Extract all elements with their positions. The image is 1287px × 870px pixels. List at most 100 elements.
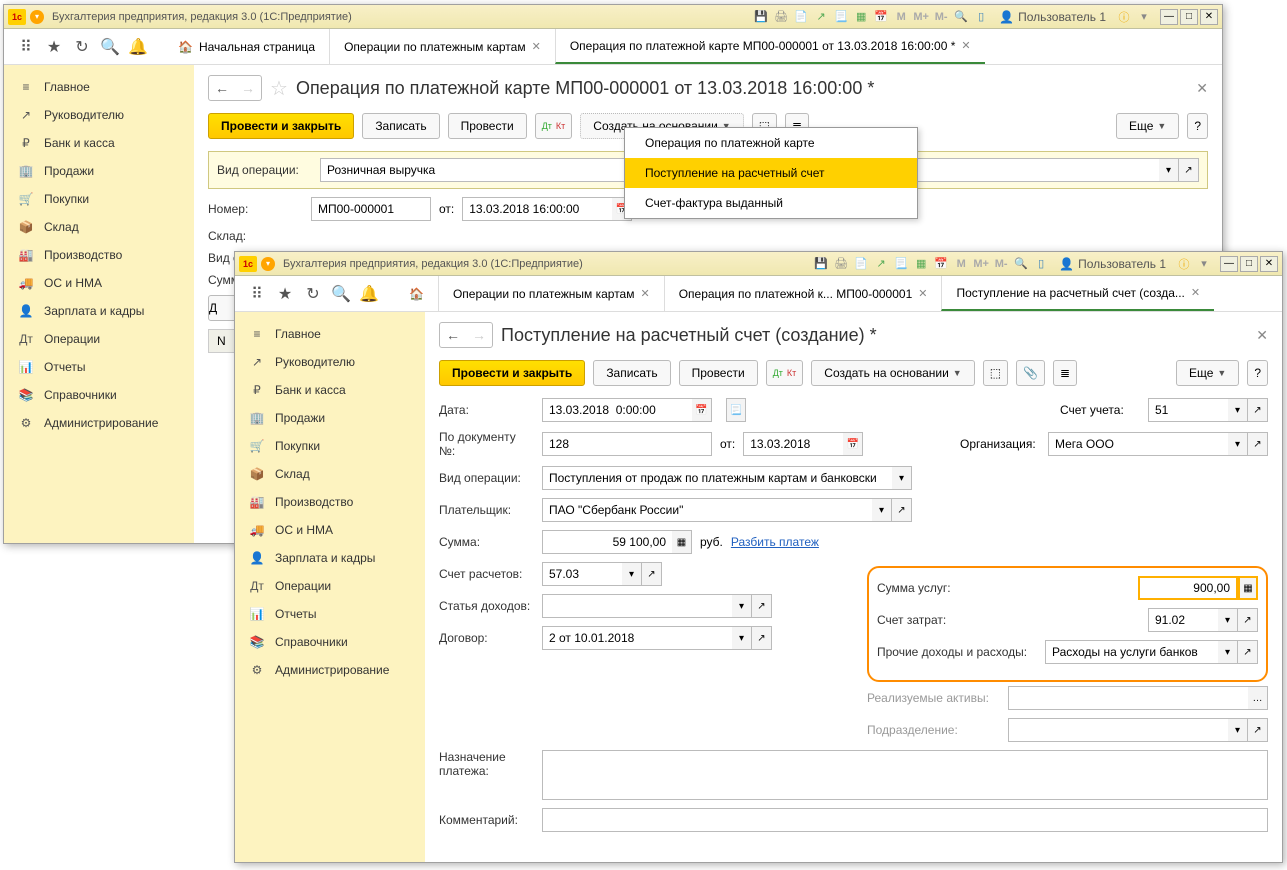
m-icon[interactable]: M bbox=[953, 256, 969, 272]
comment-input[interactable] bbox=[542, 808, 1268, 832]
m-plus-icon[interactable]: M+ bbox=[913, 9, 929, 25]
history-icon[interactable]: ↻ bbox=[68, 33, 96, 61]
sum-input[interactable] bbox=[542, 530, 672, 554]
create-based-button[interactable]: Создать на основании ▼ bbox=[811, 360, 974, 386]
dropdown-addon[interactable]: ▾ bbox=[732, 626, 752, 650]
dropdown-addon[interactable]: ▾ bbox=[1228, 432, 1248, 456]
forward-button[interactable]: → bbox=[466, 323, 492, 347]
favorite-star-icon[interactable]: ☆ bbox=[270, 76, 288, 101]
save-button[interactable]: Записать bbox=[362, 113, 439, 139]
open-addon[interactable]: ↗ bbox=[752, 626, 772, 650]
history-icon[interactable]: ↻ bbox=[299, 280, 327, 308]
app-menu-dropdown[interactable]: ▾ bbox=[261, 257, 275, 271]
sidebar-item-catalogs[interactable]: 📚Справочники bbox=[235, 628, 425, 656]
open-addon[interactable]: ↗ bbox=[1238, 640, 1258, 664]
user-badge[interactable]: 👤 Пользователь 1 bbox=[993, 10, 1112, 24]
sidebar-item-manager[interactable]: ↗Руководителю bbox=[235, 348, 425, 376]
sidebar-item-hr[interactable]: 👤Зарплата и кадры bbox=[4, 297, 194, 325]
open-addon[interactable]: ↗ bbox=[1248, 718, 1268, 742]
more-button[interactable]: Еще ▼ bbox=[1176, 360, 1239, 386]
expense-acc-input[interactable] bbox=[1148, 608, 1218, 632]
dropdown-addon[interactable]: ▾ bbox=[872, 498, 892, 522]
sidebar-item-production[interactable]: 🏭Производство bbox=[4, 241, 194, 269]
dropdown-addon[interactable]: ▾ bbox=[732, 594, 752, 618]
page-icon[interactable]: 📃 bbox=[833, 9, 849, 25]
calendar-icon[interactable]: 📅 bbox=[933, 256, 949, 272]
search-icon[interactable]: 🔍 bbox=[327, 280, 355, 308]
calendar-addon[interactable]: 📅 bbox=[692, 398, 712, 422]
docnum-input[interactable] bbox=[542, 432, 712, 456]
m-minus-icon[interactable]: M- bbox=[933, 9, 949, 25]
save-icon[interactable]: 💾 bbox=[753, 9, 769, 25]
more-addon[interactable]: … bbox=[1248, 686, 1268, 710]
dropdown-icon[interactable]: ▾ bbox=[1136, 9, 1152, 25]
open-addon[interactable]: ↗ bbox=[1248, 398, 1268, 422]
page-icon[interactable]: 📃 bbox=[893, 256, 909, 272]
doc-addon[interactable]: 📃 bbox=[726, 398, 746, 422]
date-input[interactable] bbox=[462, 197, 612, 221]
dropdown-addon[interactable]: ▾ bbox=[1228, 718, 1248, 742]
dropdown-addon[interactable]: ▾ bbox=[622, 562, 642, 586]
panel-icon[interactable]: ▯ bbox=[973, 9, 989, 25]
dtkt-button[interactable]: ДтКт bbox=[766, 360, 804, 386]
user-badge[interactable]: 👤 Пользователь 1 bbox=[1053, 257, 1172, 271]
table-icon[interactable]: ▦ bbox=[853, 9, 869, 25]
purpose-input[interactable] bbox=[542, 750, 1268, 800]
calendar-addon[interactable]: 📅 bbox=[843, 432, 863, 456]
sidebar-item-reports[interactable]: 📊Отчеты bbox=[4, 353, 194, 381]
close-button[interactable]: ✕ bbox=[1260, 256, 1278, 272]
tab-close-icon[interactable]: ✕ bbox=[640, 287, 649, 300]
number-input[interactable] bbox=[311, 197, 431, 221]
back-button[interactable]: ← bbox=[440, 323, 466, 347]
open-addon[interactable]: ↗ bbox=[892, 498, 912, 522]
menu-item-invoice[interactable]: Счет-фактура выданный bbox=[625, 188, 917, 218]
calc-addon[interactable]: ▦ bbox=[672, 530, 692, 554]
sidebar-item-sales[interactable]: 🏢Продажи bbox=[4, 157, 194, 185]
sidebar-item-main[interactable]: ≡Главное bbox=[4, 73, 194, 101]
favorite-icon[interactable]: ★ bbox=[40, 33, 68, 61]
apps-icon[interactable]: ⠿ bbox=[12, 33, 40, 61]
tab-card-ops[interactable]: Операции по платежным картам✕ bbox=[438, 276, 664, 311]
m-icon[interactable]: M bbox=[893, 9, 909, 25]
sidebar-item-catalogs[interactable]: 📚Справочники bbox=[4, 381, 194, 409]
apps-icon[interactable]: ⠿ bbox=[243, 280, 271, 308]
tab-close-icon[interactable]: ✕ bbox=[961, 39, 970, 52]
contract-input[interactable] bbox=[542, 626, 732, 650]
tab-bank-receipt[interactable]: Поступление на расчетный счет (созда...✕ bbox=[941, 276, 1214, 311]
tab-close-icon[interactable]: ✕ bbox=[1191, 286, 1200, 299]
dropdown-addon[interactable]: ▾ bbox=[1218, 640, 1238, 664]
more-button[interactable]: Еще ▼ bbox=[1116, 113, 1179, 139]
tab-card-op-doc[interactable]: Операция по платежной карте МП00-000001 … bbox=[555, 29, 985, 64]
search-icon[interactable]: 🔍 bbox=[96, 33, 124, 61]
panel-icon[interactable]: ▯ bbox=[1033, 256, 1049, 272]
sidebar-item-assets[interactable]: 🚚ОС и НМА bbox=[235, 516, 425, 544]
info-icon[interactable]: ⓘ bbox=[1116, 9, 1132, 25]
tab-close-icon[interactable]: ✕ bbox=[918, 287, 927, 300]
zoom-icon[interactable]: 🔍 bbox=[1013, 256, 1029, 272]
sidebar-item-main[interactable]: ≡Главное bbox=[235, 320, 425, 348]
tab-card-op-doc[interactable]: Операция по платежной к... МП00-000001✕ bbox=[664, 276, 942, 311]
save-icon[interactable]: 💾 bbox=[813, 256, 829, 272]
post-button[interactable]: Провести bbox=[448, 113, 527, 139]
sidebar-item-operations[interactable]: ДтОперации bbox=[235, 572, 425, 600]
dropdown-icon[interactable]: ▾ bbox=[1196, 256, 1212, 272]
maximize-button[interactable]: □ bbox=[1180, 9, 1198, 25]
dropdown-addon[interactable]: ▾ bbox=[1159, 158, 1179, 182]
m-plus-icon[interactable]: M+ bbox=[973, 256, 989, 272]
tab-card-ops[interactable]: Операции по платежным картам✕ bbox=[329, 29, 555, 64]
open-addon[interactable]: ↗ bbox=[642, 562, 662, 586]
sidebar-item-bank[interactable]: ₽Банк и касса bbox=[235, 376, 425, 404]
menu-item-card-op[interactable]: Операция по платежной карте bbox=[625, 128, 917, 158]
dropdown-addon[interactable]: ▾ bbox=[1228, 398, 1248, 422]
open-addon[interactable]: ↗ bbox=[1238, 608, 1258, 632]
arrow-icon[interactable]: ↗ bbox=[873, 256, 889, 272]
open-addon[interactable]: ↗ bbox=[752, 594, 772, 618]
app-menu-dropdown[interactable]: ▾ bbox=[30, 10, 44, 24]
docdate-input[interactable] bbox=[743, 432, 843, 456]
minimize-button[interactable]: — bbox=[1160, 9, 1178, 25]
payer-input[interactable] bbox=[542, 498, 872, 522]
doc-icon[interactable]: 📄 bbox=[853, 256, 869, 272]
sidebar-item-manager[interactable]: ↗Руководителю bbox=[4, 101, 194, 129]
arrow-icon[interactable]: ↗ bbox=[813, 9, 829, 25]
print-icon[interactable]: 🖨 bbox=[833, 256, 849, 272]
